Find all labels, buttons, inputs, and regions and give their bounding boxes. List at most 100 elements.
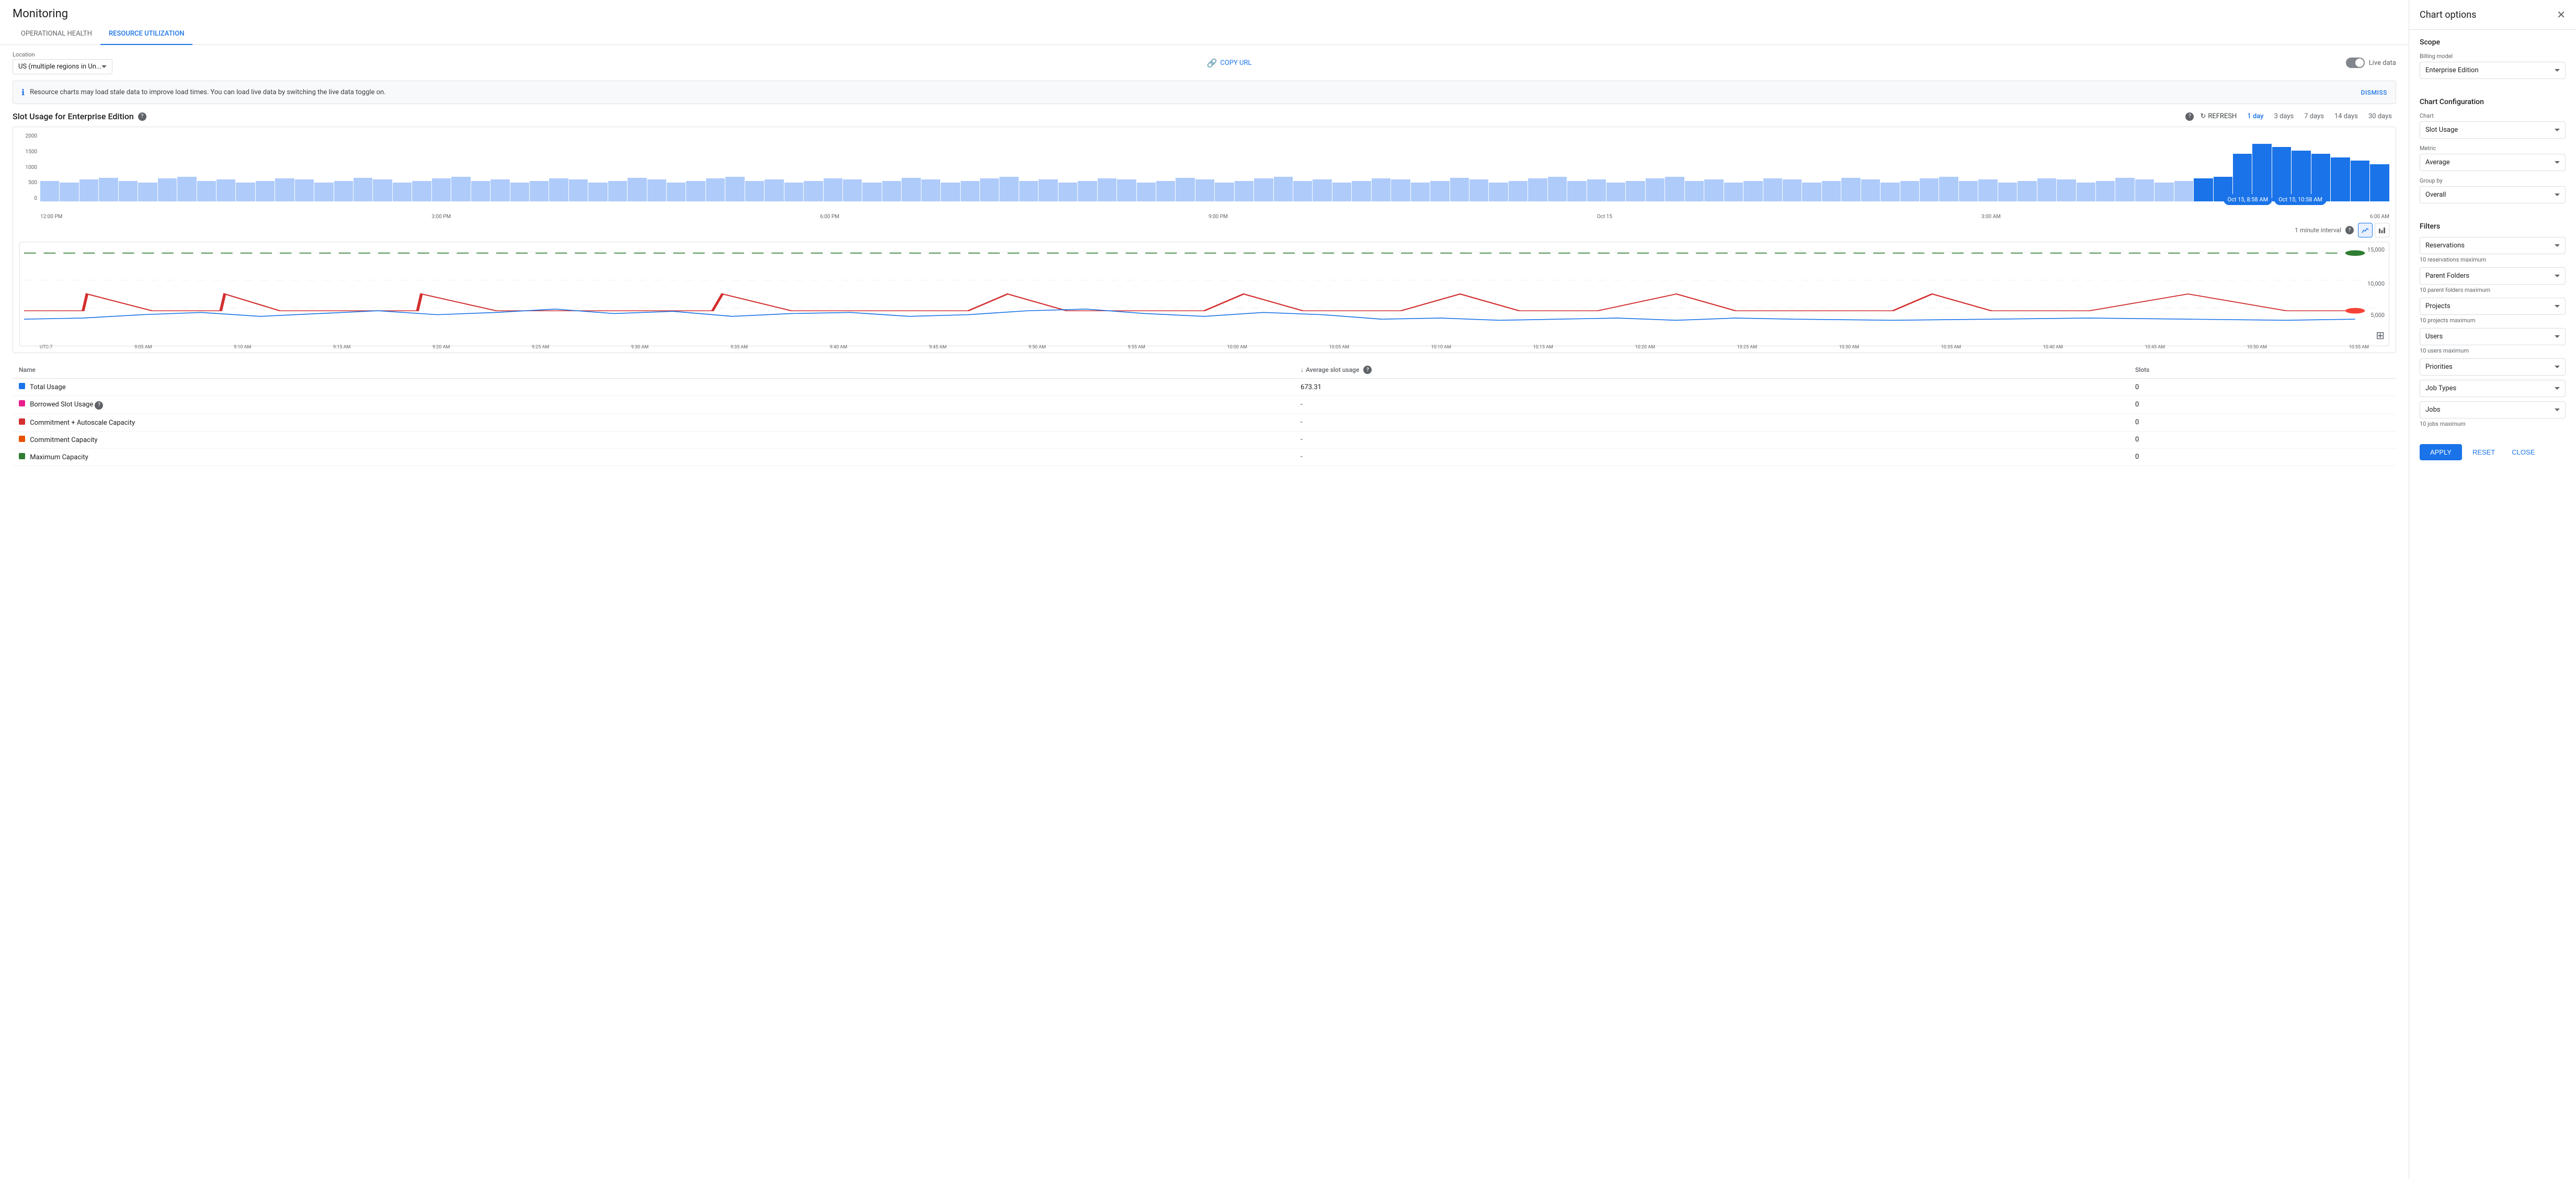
bar-item[interactable] [628,178,646,202]
bar-item[interactable] [1332,183,1351,201]
bar-item[interactable] [1411,183,1430,201]
bar-item[interactable] [432,178,451,201]
bar-item[interactable] [2077,183,2095,201]
bar-item[interactable] [1920,178,1939,201]
bar-item[interactable] [1078,181,1097,201]
live-data-toggle[interactable]: Live data [2346,58,2396,68]
filter-users[interactable]: Users 10 users maximum [2420,328,2566,354]
chart-select[interactable]: Slot Usage [2420,121,2566,139]
bar-item[interactable] [647,179,666,201]
group-by-select[interactable]: Overall [2420,186,2566,203]
bar-item[interactable] [862,183,881,201]
bar-item[interactable] [706,178,725,201]
bar-item[interactable] [1978,179,1997,201]
bar-item[interactable] [1685,181,1704,201]
bar-item[interactable] [941,183,960,201]
bar-item[interactable] [1783,179,1802,201]
bar-item[interactable] [804,181,823,201]
chart-help-icon[interactable]: ? [138,112,146,121]
filter-item-jobs[interactable]: Jobs [2420,401,2566,418]
bar-item[interactable] [334,181,353,201]
filter-item-projects[interactable]: Projects [2420,298,2566,315]
bar-item[interactable] [79,179,98,201]
billing-model-select[interactable]: Enterprise Edition [2420,62,2566,79]
close-button[interactable]: CLOSE [2505,444,2541,460]
bar-item[interactable] [1254,178,1273,201]
bar-item[interactable] [667,183,686,201]
bar-item[interactable] [1606,183,1625,201]
bar-chart-container[interactable]: 2000 1500 1000 500 0 12:00 PM 3:00 PM 6:… [13,127,2396,353]
filter-projects[interactable]: Projects 10 projects maximum [2420,298,2566,324]
bar-item[interactable] [980,178,999,201]
bar-item[interactable] [843,179,862,201]
bar-item[interactable] [2096,181,2115,201]
location-dropdown[interactable]: US (multiple regions in Un... [13,59,112,74]
bar-item[interactable] [138,183,157,201]
filter-item-users[interactable]: Users [2420,328,2566,345]
bar-chart[interactable]: 2000 1500 1000 500 0 [19,133,2389,212]
bar-item[interactable] [471,181,490,201]
refresh-button[interactable]: ↻ REFRESH [2200,112,2237,120]
bar-item[interactable] [1019,181,1038,201]
bar-item[interactable] [40,181,59,201]
tab-operational[interactable]: OPERATIONAL HEALTH [13,24,100,45]
line-chart-button[interactable] [2358,223,2373,237]
bar-item[interactable] [393,183,412,201]
bar-item[interactable] [1058,183,1077,201]
bar-item[interactable] [1450,178,1469,202]
bar-item[interactable] [1665,177,1684,201]
bar-item[interactable] [451,177,470,201]
time-30days[interactable]: 30 days [2364,110,2396,122]
metric-select[interactable]: Average [2420,154,2566,171]
bar-item[interactable] [588,183,607,201]
bar-item[interactable] [1098,178,1116,201]
bar-item[interactable] [1880,183,1899,201]
bar-item[interactable] [1763,178,1782,201]
bar-item[interactable] [1313,179,1331,201]
apply-button[interactable]: APPLY [2420,444,2462,460]
bar-item[interactable] [2155,183,2173,201]
bar-item[interactable] [1861,179,1880,201]
bar-item[interactable] [784,183,803,201]
bar-item[interactable] [824,178,842,201]
line-chart-container[interactable]: 15,000 10,000 5,000 [19,242,2389,346]
bar-item[interactable] [354,178,372,202]
controls-help-icon[interactable]: ? [2185,112,2194,121]
bar-item[interactable] [2037,178,2056,201]
bar-item[interactable] [197,181,216,201]
bar-item[interactable] [491,179,509,201]
bar-item[interactable] [1900,181,1919,201]
bar-item[interactable] [1469,179,1488,201]
bar-item[interactable] [1959,181,1978,201]
filter-jobs[interactable]: Jobs 10 jobs maximum [2420,401,2566,427]
time-14days[interactable]: 14 days [2330,110,2362,122]
bar-item[interactable] [902,178,920,202]
bar-item[interactable] [1822,181,1841,201]
bar-item[interactable] [256,181,275,201]
filter-item-parent-folders[interactable]: Parent Folders [2420,267,2566,285]
bar-item[interactable] [1509,181,1528,201]
bar-item[interactable] [530,181,549,201]
bar-item[interactable] [412,181,431,201]
bar-item[interactable] [1137,183,1156,201]
bar-item[interactable] [1293,181,1312,201]
avg-help-icon[interactable]: ? [1363,366,1372,374]
bar-item[interactable] [1372,178,1390,201]
bar-chart-button[interactable] [2375,223,2389,237]
bar-item[interactable] [1528,178,1547,201]
bar-item[interactable] [1215,183,1234,201]
bar-item[interactable] [158,178,177,201]
bar-item[interactable] [1039,179,1057,201]
bar-item[interactable] [2252,144,2271,202]
bar-item[interactable] [1176,178,1194,202]
sort-avg-col[interactable]: ↓ Average slot usage ? [1301,366,2123,374]
bar-item[interactable] [1567,181,1586,201]
bar-item[interactable] [295,179,314,201]
time-1day[interactable]: 1 day [2243,110,2267,122]
bar-item[interactable] [275,178,294,201]
bar-item[interactable] [1156,181,1175,201]
bar-item[interactable] [1939,177,1958,201]
bar-item[interactable] [1646,178,1665,201]
reset-button[interactable]: RESET [2466,444,2501,460]
bar-item[interactable] [1724,183,1743,201]
